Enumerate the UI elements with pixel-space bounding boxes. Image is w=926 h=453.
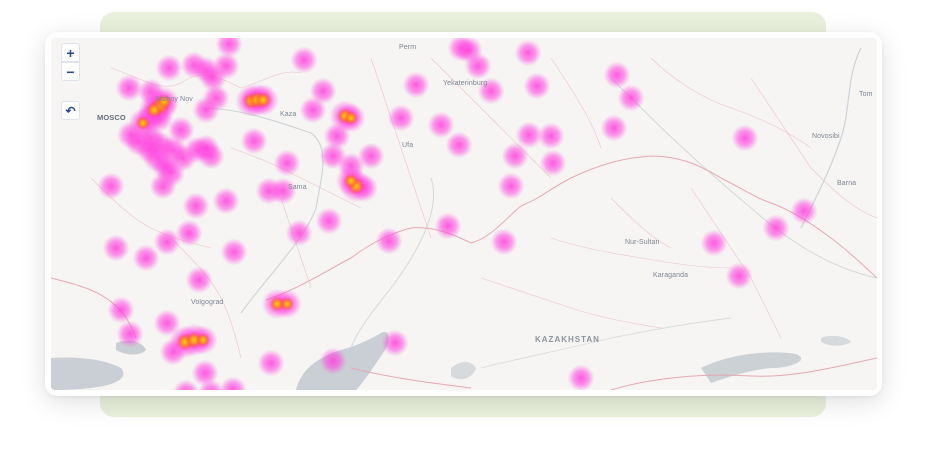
city-label-karaganda: Karaganda [653, 272, 689, 279]
city-label-ufa: Ufa [402, 142, 414, 149]
map-card: MOSCO Nizhny Nov Perm Yekaterinburg Kaza… [45, 32, 882, 396]
undo-arrow-icon: ↶ [65, 103, 76, 118]
city-label-tomsk: Tom [859, 91, 873, 98]
city-label-barnaul: Barna [837, 180, 857, 187]
city-label-nur-sultan: Nur-Sultan [625, 239, 660, 246]
city-label-nizhny-novgorod: Nizhny Nov [156, 96, 193, 103]
zoom-in-button[interactable]: + [61, 43, 80, 62]
heatmap-map[interactable]: MOSCO Nizhny Nov Perm Yekaterinburg Kaza… [51, 38, 877, 390]
reset-view-button[interactable]: ↶ [61, 101, 80, 120]
city-label-samara: Sama [288, 184, 307, 191]
city-label-novosibirsk: Novosibi [812, 133, 840, 140]
heatmap-layer [51, 38, 877, 390]
city-label-perm: Perm [399, 44, 417, 51]
city-label-kazan: Kaza [280, 111, 297, 118]
zoom-out-button[interactable]: − [61, 62, 80, 81]
country-label-kazakhstan: KAZAKHSTAN [535, 335, 600, 344]
city-label-volgograd: Volgograd [191, 299, 224, 306]
city-label-yekaterinburg: Yekaterinburg [443, 80, 488, 87]
city-label-moscow: MOSCO [97, 113, 126, 122]
